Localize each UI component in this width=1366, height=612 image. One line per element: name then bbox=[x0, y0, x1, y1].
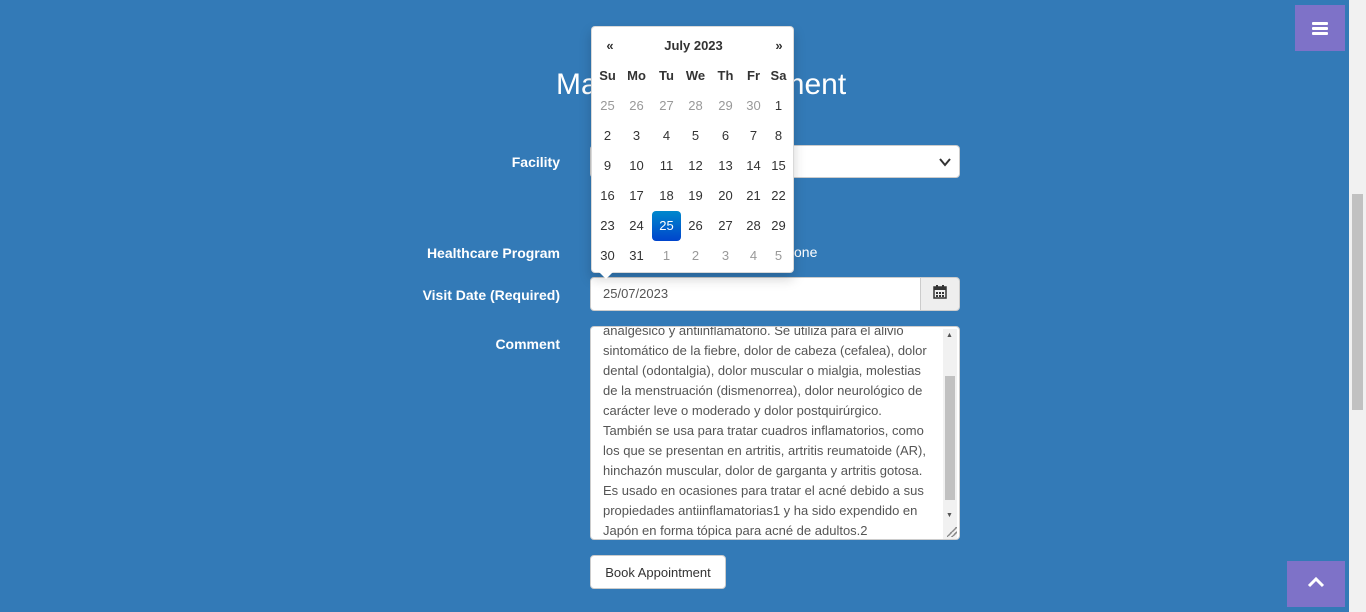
weekday-header: Sa bbox=[770, 68, 787, 83]
datepicker-day[interactable]: 29 bbox=[711, 91, 740, 121]
datepicker-day[interactable]: 9 bbox=[593, 151, 622, 181]
datepicker-day[interactable]: 19 bbox=[681, 181, 710, 211]
datepicker-day[interactable]: 22 bbox=[764, 181, 793, 211]
comment-line: dental (odontalgia), dolor muscular o mi… bbox=[603, 363, 921, 378]
datepicker-day[interactable]: 26 bbox=[681, 211, 710, 241]
scroll-up-icon[interactable]: ▲ bbox=[946, 332, 953, 339]
datepicker-prev-button[interactable]: « bbox=[595, 31, 625, 61]
visit-date-label: Visit Date (Required) bbox=[422, 287, 560, 303]
comment-label: Comment bbox=[495, 336, 560, 352]
datepicker-day[interactable]: 13 bbox=[711, 151, 740, 181]
datepicker-day[interactable]: 4 bbox=[652, 121, 681, 151]
datepicker-day[interactable]: 26 bbox=[622, 91, 651, 121]
datepicker-day[interactable]: 8 bbox=[764, 121, 793, 151]
facility-label: Facility bbox=[511, 154, 560, 170]
datepicker-day[interactable]: 28 bbox=[681, 91, 710, 121]
comment-line: los que se presentan en artritis, artrit… bbox=[603, 443, 926, 458]
calendar-icon bbox=[933, 284, 947, 304]
healthcare-program-label: Healthcare Program bbox=[426, 245, 560, 261]
comment-line: hinchazón muscular, dolor de garganta y … bbox=[603, 463, 923, 478]
datepicker-day[interactable]: 24 bbox=[622, 211, 651, 241]
chevron-down-icon bbox=[939, 154, 951, 170]
comment-scrollbar[interactable]: ▲ ▼ bbox=[943, 329, 957, 539]
weekday-header: Su bbox=[599, 68, 616, 83]
datepicker-day[interactable]: 25 bbox=[593, 91, 622, 121]
visit-date-input[interactable]: 25/07/2023 bbox=[590, 277, 921, 311]
datepicker-day[interactable]: 27 bbox=[711, 211, 740, 241]
datepicker: « July 2023 » Su Mo Tu We Th Fr Sa 25 26 27 28 29 30… bbox=[591, 26, 795, 279]
comment-text: analgésico y antiinflamatorio. Se utiliz… bbox=[603, 326, 933, 539]
datepicker-day[interactable]: 17 bbox=[622, 181, 651, 211]
datepicker-day[interactable]: 10 bbox=[622, 151, 651, 181]
datepicker-day[interactable]: 3 bbox=[711, 241, 740, 271]
datepicker-header: « July 2023 » bbox=[592, 31, 795, 61]
comment-line: Es usado en ocasiones para tratar el acn… bbox=[603, 483, 924, 498]
datepicker-day[interactable]: 30 bbox=[593, 241, 622, 271]
menu-button[interactable] bbox=[1295, 5, 1345, 51]
datepicker-caret bbox=[599, 272, 613, 279]
weekday-header: Th bbox=[717, 68, 734, 83]
datepicker-day[interactable]: 29 bbox=[764, 211, 793, 241]
datepicker-day[interactable]: 2 bbox=[681, 241, 710, 271]
datepicker-day[interactable]: 12 bbox=[681, 151, 710, 181]
weekday-header: Mo bbox=[627, 68, 646, 83]
scroll-down-icon[interactable]: ▼ bbox=[946, 512, 953, 519]
page-scrollbar[interactable] bbox=[1349, 0, 1366, 612]
comment-line: de la menstruación (dismenorrea), dolor … bbox=[603, 383, 923, 398]
datepicker-month-switch[interactable]: July 2023 bbox=[625, 31, 762, 61]
datepicker-day[interactable]: 18 bbox=[652, 181, 681, 211]
datepicker-day[interactable]: 1 bbox=[764, 91, 793, 121]
datepicker-day[interactable]: 27 bbox=[652, 91, 681, 121]
datepicker-day[interactable]: 1 bbox=[652, 241, 681, 271]
comment-line: analgésico y antiinflamatorio. Se utiliz… bbox=[603, 326, 904, 338]
datepicker-day[interactable]: 5 bbox=[764, 241, 793, 271]
datepicker-day[interactable]: 15 bbox=[764, 151, 793, 181]
datepicker-day-selected[interactable]: 25 bbox=[652, 211, 681, 241]
calendar-button[interactable] bbox=[920, 277, 960, 311]
comment-scrollbar-thumb[interactable] bbox=[945, 376, 955, 500]
datepicker-next-button[interactable]: » bbox=[764, 31, 794, 61]
datepicker-day[interactable]: 16 bbox=[593, 181, 622, 211]
hamburger-icon bbox=[1312, 20, 1328, 37]
datepicker-day[interactable]: 5 bbox=[681, 121, 710, 151]
datepicker-day[interactable]: 20 bbox=[711, 181, 740, 211]
datepicker-day[interactable]: 31 bbox=[622, 241, 651, 271]
book-appointment-button[interactable]: Book Appointment bbox=[590, 555, 726, 589]
datepicker-day[interactable]: 2 bbox=[593, 121, 622, 151]
datepicker-day[interactable]: 11 bbox=[652, 151, 681, 181]
datepicker-day[interactable]: 23 bbox=[593, 211, 622, 241]
comment-textarea[interactable]: analgésico y antiinflamatorio. Se utiliz… bbox=[590, 326, 960, 540]
weekday-header: Tu bbox=[659, 68, 674, 83]
page-scrollbar-thumb[interactable] bbox=[1352, 194, 1363, 410]
chevron-up-icon bbox=[1307, 575, 1325, 593]
weekday-header: We bbox=[685, 68, 706, 83]
back-to-top-button[interactable] bbox=[1287, 561, 1345, 607]
datepicker-day[interactable]: 6 bbox=[711, 121, 740, 151]
comment-line: También se usa para tratar cuadros infla… bbox=[603, 423, 924, 438]
comment-line: propiedades antiinflamatorias1 y ha sido… bbox=[603, 503, 918, 518]
healthcare-program-option-label: one bbox=[794, 244, 818, 260]
comment-line: Japón en forma tópica para acné de adult… bbox=[603, 523, 868, 538]
datepicker-day[interactable]: 3 bbox=[622, 121, 651, 151]
resize-grip-icon[interactable] bbox=[947, 527, 957, 537]
comment-line: carácter leve o moderado y dolor postqui… bbox=[603, 403, 882, 418]
comment-line: sintomático de la fiebre, dolor de cabez… bbox=[603, 343, 927, 358]
